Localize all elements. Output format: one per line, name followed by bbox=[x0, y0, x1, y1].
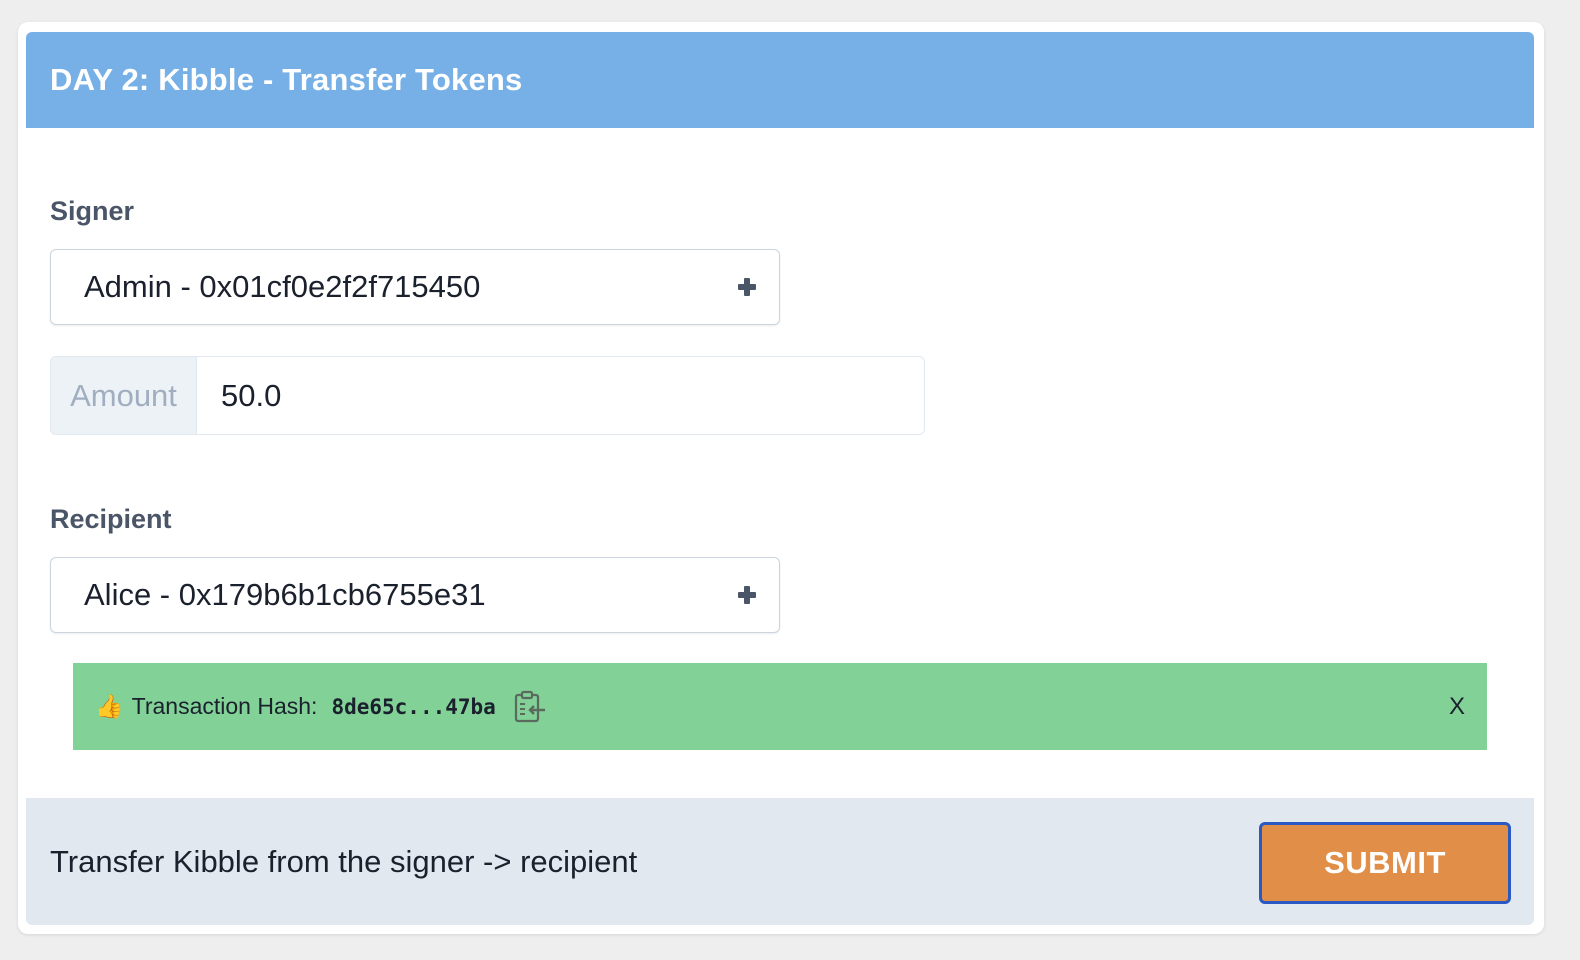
recipient-select-value: Alice - 0x179b6b1cb6755e31 bbox=[84, 577, 486, 612]
signer-select-value: Admin - 0x01cf0e2f2f715450 bbox=[84, 269, 481, 304]
amount-input-group: Amount bbox=[50, 356, 925, 435]
close-alert-button[interactable]: X bbox=[1449, 693, 1465, 721]
submit-button[interactable]: SUBMIT bbox=[1259, 822, 1511, 904]
plus-icon bbox=[737, 277, 757, 297]
card-footer: Transfer Kibble from the signer -> recip… bbox=[26, 798, 1534, 925]
transfer-card: DAY 2: Kibble - Transfer Tokens Signer A… bbox=[18, 22, 1544, 934]
thumbs-up-icon: 👍 bbox=[95, 693, 124, 719]
amount-addon: Amount bbox=[50, 356, 196, 435]
amount-input[interactable] bbox=[196, 356, 925, 435]
footer-description: Transfer Kibble from the signer -> recip… bbox=[50, 843, 638, 879]
recipient-select[interactable]: Alice - 0x179b6b1cb6755e31 bbox=[50, 557, 780, 633]
plus-icon bbox=[737, 585, 757, 605]
clipboard-copy-icon[interactable] bbox=[512, 689, 548, 725]
transaction-hash-value: 8de65c...47ba bbox=[331, 694, 496, 719]
signer-label: Signer bbox=[50, 196, 135, 226]
transaction-alert: 👍 Transaction Hash: 8de65c...47ba X bbox=[73, 663, 1487, 750]
recipient-label: Recipient bbox=[50, 504, 172, 534]
transaction-hash-label: Transaction Hash: bbox=[131, 693, 318, 719]
card-title: DAY 2: Kibble - Transfer Tokens bbox=[50, 62, 523, 97]
signer-select[interactable]: Admin - 0x01cf0e2f2f715450 bbox=[50, 249, 780, 325]
card-header: DAY 2: Kibble - Transfer Tokens bbox=[26, 32, 1534, 128]
